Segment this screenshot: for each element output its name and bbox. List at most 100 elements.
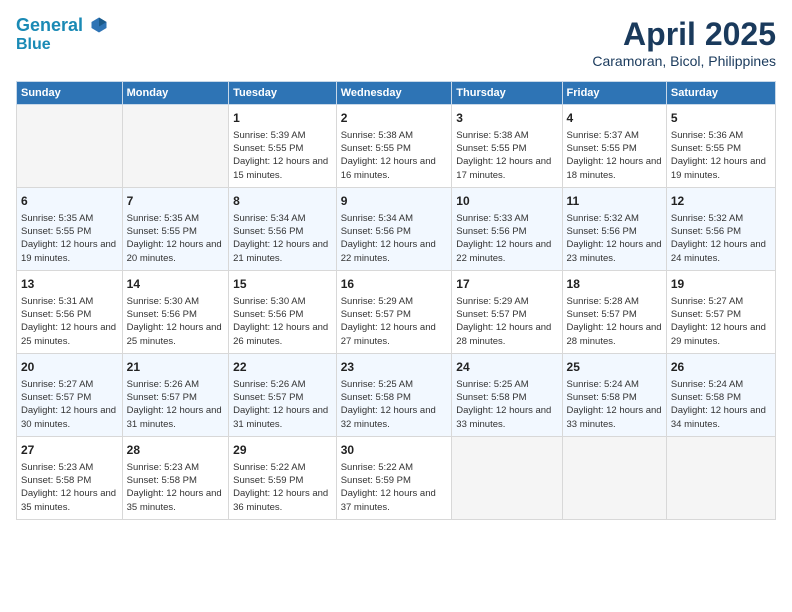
calendar-cell bbox=[562, 436, 666, 519]
day-header-sunday: Sunday bbox=[17, 82, 123, 105]
day-info: Sunrise: 5:23 AMSunset: 5:58 PMDaylight:… bbox=[127, 461, 225, 514]
calendar-cell bbox=[122, 105, 229, 188]
day-info: Sunrise: 5:33 AMSunset: 5:56 PMDaylight:… bbox=[456, 212, 557, 265]
calendar-cell: 30 Sunrise: 5:22 AMSunset: 5:59 PMDayligh… bbox=[336, 436, 452, 519]
day-number: 22 bbox=[233, 359, 332, 376]
day-number: 29 bbox=[233, 442, 332, 459]
day-number: 9 bbox=[341, 193, 448, 210]
day-number: 7 bbox=[127, 193, 225, 210]
calendar-cell: 2 Sunrise: 5:38 AMSunset: 5:55 PMDaylight… bbox=[336, 105, 452, 188]
page-title: April 2025 bbox=[592, 16, 776, 53]
day-info: Sunrise: 5:36 AMSunset: 5:55 PMDaylight:… bbox=[671, 129, 771, 182]
calendar-cell: 18Sunrise: 5:28 AMSunset: 5:57 PMDayligh… bbox=[562, 270, 666, 353]
day-number: 2 bbox=[341, 110, 448, 127]
calendar-cell: 15 Sunrise: 5:30 AMSunset: 5:56 PMDayligh… bbox=[229, 270, 337, 353]
day-info: Sunrise: 5:24 AMSunset: 5:58 PMDaylight:… bbox=[671, 378, 771, 431]
day-info: Sunrise: 5:34 AMSunset: 5:56 PMDaylight:… bbox=[233, 212, 332, 265]
day-number: 3 bbox=[456, 110, 557, 127]
day-info: Sunrise: 5:37 AMSunset: 5:55 PMDaylight:… bbox=[567, 129, 662, 182]
day-info: Sunrise: 5:32 AMSunset: 5:56 PMDaylight:… bbox=[567, 212, 662, 265]
calendar-week-row: 27 Sunrise: 5:23 AMSunset: 5:58 PMDayligh… bbox=[17, 436, 776, 519]
day-number: 15 bbox=[233, 276, 332, 293]
calendar-week-row: 20 Sunrise: 5:27 AMSunset: 5:57 PMDayligh… bbox=[17, 353, 776, 436]
day-header-tuesday: Tuesday bbox=[229, 82, 337, 105]
calendar-cell: 11Sunrise: 5:32 AMSunset: 5:56 PMDayligh… bbox=[562, 187, 666, 270]
calendar-week-row: 13Sunrise: 5:31 AMSunset: 5:56 PMDayligh… bbox=[17, 270, 776, 353]
day-number: 20 bbox=[21, 359, 118, 376]
day-number: 26 bbox=[671, 359, 771, 376]
day-info: Sunrise: 5:27 AMSunset: 5:57 PMDaylight:… bbox=[21, 378, 118, 431]
calendar-cell: 4 Sunrise: 5:37 AMSunset: 5:55 PMDaylight… bbox=[562, 105, 666, 188]
day-info: Sunrise: 5:34 AMSunset: 5:56 PMDaylight:… bbox=[341, 212, 448, 265]
day-number: 28 bbox=[127, 442, 225, 459]
page-subtitle: Caramoran, Bicol, Philippines bbox=[592, 53, 776, 69]
day-number: 6 bbox=[21, 193, 118, 210]
calendar-cell: 7Sunrise: 5:35 AMSunset: 5:55 PMDaylight… bbox=[122, 187, 229, 270]
calendar-cell: 28 Sunrise: 5:23 AMSunset: 5:58 PMDayligh… bbox=[122, 436, 229, 519]
calendar-cell: 19Sunrise: 5:27 AMSunset: 5:57 PMDayligh… bbox=[666, 270, 775, 353]
calendar-cell: 24 Sunrise: 5:25 AMSunset: 5:58 PMDayligh… bbox=[452, 353, 562, 436]
day-info: Sunrise: 5:28 AMSunset: 5:57 PMDaylight:… bbox=[567, 295, 662, 348]
calendar-cell: 10 Sunrise: 5:33 AMSunset: 5:56 PMDayligh… bbox=[452, 187, 562, 270]
calendar-cell: 3 Sunrise: 5:38 AMSunset: 5:55 PMDaylight… bbox=[452, 105, 562, 188]
calendar-cell: 9 Sunrise: 5:34 AMSunset: 5:56 PMDaylight… bbox=[336, 187, 452, 270]
calendar-cell: 8 Sunrise: 5:34 AMSunset: 5:56 PMDaylight… bbox=[229, 187, 337, 270]
day-number: 24 bbox=[456, 359, 557, 376]
day-info: Sunrise: 5:31 AMSunset: 5:56 PMDaylight:… bbox=[21, 295, 118, 348]
day-info: Sunrise: 5:26 AMSunset: 5:57 PMDaylight:… bbox=[127, 378, 225, 431]
day-number: 5 bbox=[671, 110, 771, 127]
day-info: Sunrise: 5:25 AMSunset: 5:58 PMDaylight:… bbox=[456, 378, 557, 431]
calendar-cell: 12 Sunrise: 5:32 AMSunset: 5:56 PMDayligh… bbox=[666, 187, 775, 270]
day-header-friday: Friday bbox=[562, 82, 666, 105]
day-info: Sunrise: 5:22 AMSunset: 5:59 PMDaylight:… bbox=[233, 461, 332, 514]
calendar-cell: 13Sunrise: 5:31 AMSunset: 5:56 PMDayligh… bbox=[17, 270, 123, 353]
calendar-cell: 5 Sunrise: 5:36 AMSunset: 5:55 PMDaylight… bbox=[666, 105, 775, 188]
day-number: 27 bbox=[21, 442, 118, 459]
day-info: Sunrise: 5:30 AMSunset: 5:56 PMDaylight:… bbox=[127, 295, 225, 348]
calendar-cell: 1Sunrise: 5:39 AMSunset: 5:55 PMDaylight… bbox=[229, 105, 337, 188]
calendar-cell bbox=[17, 105, 123, 188]
day-number: 19 bbox=[671, 276, 771, 293]
day-info: Sunrise: 5:32 AMSunset: 5:56 PMDaylight:… bbox=[671, 212, 771, 265]
calendar-header-row: SundayMondayTuesdayWednesdayThursdayFrid… bbox=[17, 82, 776, 105]
day-number: 10 bbox=[456, 193, 557, 210]
calendar-cell: 27 Sunrise: 5:23 AMSunset: 5:58 PMDayligh… bbox=[17, 436, 123, 519]
day-number: 25 bbox=[567, 359, 662, 376]
calendar-cell: 17Sunrise: 5:29 AMSunset: 5:57 PMDayligh… bbox=[452, 270, 562, 353]
day-number: 12 bbox=[671, 193, 771, 210]
day-info: Sunrise: 5:22 AMSunset: 5:59 PMDaylight:… bbox=[341, 461, 448, 514]
calendar-cell: 25 Sunrise: 5:24 AMSunset: 5:58 PMDayligh… bbox=[562, 353, 666, 436]
calendar-cell: 16Sunrise: 5:29 AMSunset: 5:57 PMDayligh… bbox=[336, 270, 452, 353]
day-info: Sunrise: 5:25 AMSunset: 5:58 PMDaylight:… bbox=[341, 378, 448, 431]
day-info: Sunrise: 5:30 AMSunset: 5:56 PMDaylight:… bbox=[233, 295, 332, 348]
calendar-cell: 29 Sunrise: 5:22 AMSunset: 5:59 PMDayligh… bbox=[229, 436, 337, 519]
day-info: Sunrise: 5:24 AMSunset: 5:58 PMDaylight:… bbox=[567, 378, 662, 431]
calendar-week-row: 6Sunrise: 5:35 AMSunset: 5:55 PMDaylight… bbox=[17, 187, 776, 270]
day-info: Sunrise: 5:23 AMSunset: 5:58 PMDaylight:… bbox=[21, 461, 118, 514]
day-info: Sunrise: 5:26 AMSunset: 5:57 PMDaylight:… bbox=[233, 378, 332, 431]
logo-text2: Blue bbox=[16, 36, 108, 54]
calendar-cell bbox=[452, 436, 562, 519]
day-number: 4 bbox=[567, 110, 662, 127]
title-block: April 2025 Caramoran, Bicol, Philippines bbox=[592, 16, 776, 69]
calendar-cell: 6Sunrise: 5:35 AMSunset: 5:55 PMDaylight… bbox=[17, 187, 123, 270]
day-number: 14 bbox=[127, 276, 225, 293]
logo-icon bbox=[90, 16, 108, 34]
day-number: 30 bbox=[341, 442, 448, 459]
logo: General Blue bbox=[16, 16, 108, 54]
day-info: Sunrise: 5:38 AMSunset: 5:55 PMDaylight:… bbox=[456, 129, 557, 182]
day-number: 16 bbox=[341, 276, 448, 293]
day-number: 1 bbox=[233, 110, 332, 127]
day-header-saturday: Saturday bbox=[666, 82, 775, 105]
day-info: Sunrise: 5:29 AMSunset: 5:57 PMDaylight:… bbox=[456, 295, 557, 348]
calendar-cell: 23 Sunrise: 5:25 AMSunset: 5:58 PMDayligh… bbox=[336, 353, 452, 436]
day-info: Sunrise: 5:38 AMSunset: 5:55 PMDaylight:… bbox=[341, 129, 448, 182]
day-header-monday: Monday bbox=[122, 82, 229, 105]
calendar-cell: 21Sunrise: 5:26 AMSunset: 5:57 PMDayligh… bbox=[122, 353, 229, 436]
calendar-table: SundayMondayTuesdayWednesdayThursdayFrid… bbox=[16, 81, 776, 520]
logo-text: General bbox=[16, 16, 108, 36]
day-header-thursday: Thursday bbox=[452, 82, 562, 105]
day-number: 8 bbox=[233, 193, 332, 210]
day-number: 23 bbox=[341, 359, 448, 376]
calendar-cell bbox=[666, 436, 775, 519]
